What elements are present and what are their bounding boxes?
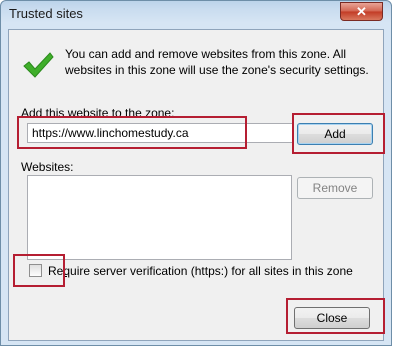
website-url-input[interactable]: https://www.linchomestudy.ca	[27, 123, 293, 143]
zone-info-text: You can add and remove websites from thi…	[65, 47, 369, 77]
add-website-label: Add this website to the zone:	[21, 106, 175, 120]
add-button[interactable]: Add	[297, 123, 373, 145]
label-part: uire server verification (https:) for al…	[70, 264, 353, 278]
remove-button[interactable]: Remove	[297, 177, 373, 199]
label-part: Re	[48, 264, 64, 278]
window-title: Trusted sites	[9, 6, 83, 21]
https-verification-checkbox[interactable]	[29, 264, 42, 277]
window-close-button[interactable]: ✕	[340, 2, 383, 21]
dialog-body: You can add and remove websites from thi…	[8, 29, 384, 341]
trusted-sites-dialog: Trusted sites ✕ You can add and remove w…	[0, 0, 392, 346]
title-bar[interactable]: Trusted sites ✕	[1, 1, 391, 28]
https-verification-label[interactable]: Require server verification (https:) for…	[48, 264, 353, 278]
websites-list[interactable]	[27, 175, 292, 260]
websites-label: Websites:	[21, 160, 74, 174]
close-button[interactable]: Close	[294, 307, 370, 329]
checkmark-icon	[23, 52, 54, 78]
